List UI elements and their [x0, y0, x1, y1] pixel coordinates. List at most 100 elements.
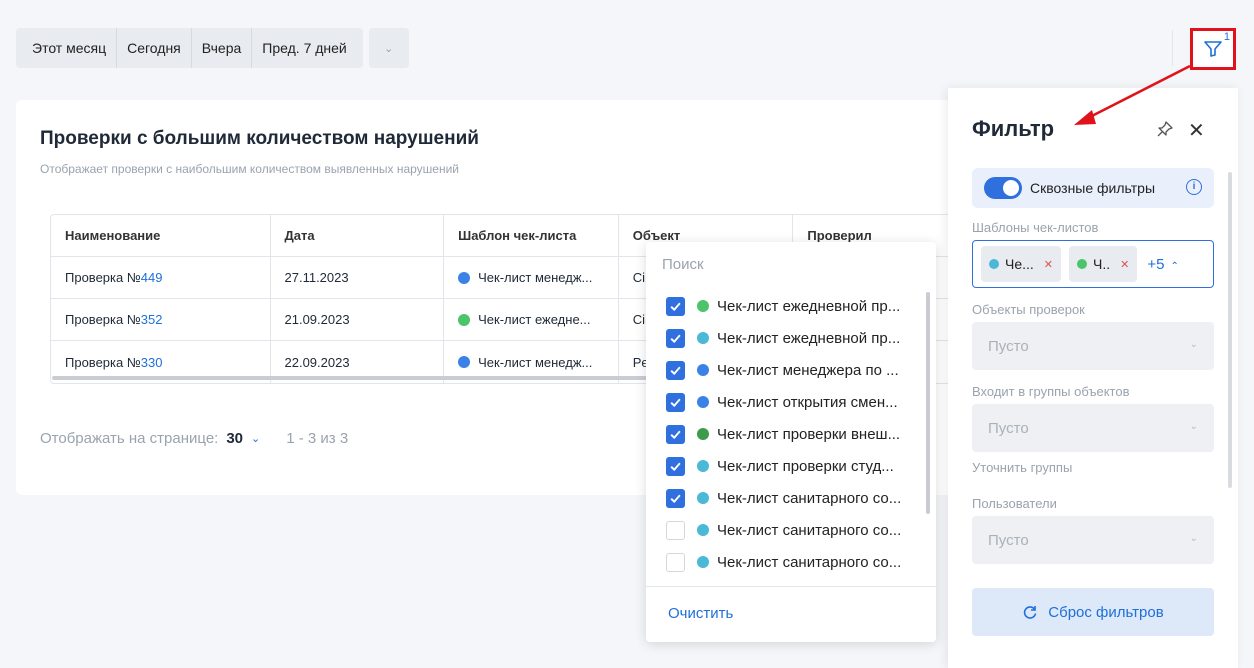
checkbox-checked[interactable]: [666, 488, 685, 508]
object-groups-select[interactable]: Пусто ⌄: [972, 404, 1214, 452]
list-item[interactable]: Чек-лист ежедневной пр...: [646, 322, 926, 354]
more-tags-count[interactable]: +5 ⌃: [1147, 256, 1179, 273]
templates-multiselect[interactable]: Че... ✕ Ч.. ✕ +5 ⌃: [972, 240, 1214, 288]
checkbox-checked[interactable]: [666, 456, 685, 476]
list-item[interactable]: Чек-лист санитарного со...: [646, 482, 926, 514]
template-options-dropdown: Поиск Чек-лист ежедневной пр... Чек-лист…: [646, 242, 936, 642]
preset-today-button[interactable]: Сегодня: [117, 28, 192, 68]
through-filters-toggle-row: Сквозные фильтры i: [972, 168, 1214, 208]
inspection-date: 27.11.2023: [271, 257, 445, 298]
date-range-bar: Этот месяц Сегодня Вчера Пред. 7 дней ⌄: [16, 28, 409, 68]
option-label: Чек-лист ежедневной пр...: [717, 329, 901, 347]
dropdown-option-list: Чек-лист ежедневной пр... Чек-лист ежедн…: [646, 290, 926, 578]
inspection-name: Проверка №: [65, 354, 141, 370]
checkbox-unchecked[interactable]: [666, 520, 685, 540]
template-color-dot: [458, 313, 471, 326]
filter-toggle-button[interactable]: 1: [1190, 28, 1236, 70]
remove-tag-icon[interactable]: ✕: [1044, 258, 1053, 271]
dropdown-scrollbar[interactable]: [926, 292, 930, 514]
checkbox-checked[interactable]: [666, 360, 685, 380]
chevron-down-icon: ⌄: [1189, 421, 1198, 432]
remove-tag-icon[interactable]: ✕: [1120, 258, 1129, 271]
selected-tag: Че... ✕: [981, 246, 1062, 282]
list-item[interactable]: Чек-лист проверки внеш...: [646, 418, 926, 450]
list-item[interactable]: Чек-лист ежедневной пр...: [646, 290, 926, 322]
checkbox-checked[interactable]: [666, 328, 685, 348]
card-title: Проверки с большим количеством нарушений: [40, 128, 479, 149]
option-label: Чек-лист санитарного со...: [717, 489, 902, 507]
check-icon: [670, 398, 681, 407]
preset-this-month-button[interactable]: Этот месяц: [16, 28, 118, 68]
template-color-dot: [697, 428, 709, 440]
option-label: Чек-лист открытия смен...: [717, 393, 898, 411]
refine-groups-link[interactable]: Уточнить группы: [972, 460, 1072, 475]
toolbar-divider: [1172, 30, 1173, 66]
panel-scrollbar[interactable]: [1228, 172, 1232, 488]
users-label: Пользователи: [972, 496, 1057, 511]
page-range: 1 - 3 из 3: [286, 430, 349, 447]
inspection-link[interactable]: 449: [141, 270, 163, 285]
list-item[interactable]: Чек-лист санитарного со...: [646, 546, 926, 578]
list-item[interactable]: Чек-лист менеджера по ...: [646, 354, 926, 386]
option-label: Чек-лист ежедневной пр...: [717, 297, 901, 315]
panel-title: Фильтр: [972, 116, 1055, 141]
template-color-dot: [989, 259, 999, 269]
check-icon: [670, 494, 681, 503]
template-color-dot: [697, 300, 709, 312]
annotation-arrow-icon: [1074, 64, 1191, 125]
checkbox-checked[interactable]: [666, 392, 685, 412]
reset-filters-label: Сброс фильтров: [1048, 603, 1164, 621]
through-filters-label: Сквозные фильтры: [1030, 180, 1156, 196]
select-value: Пусто: [988, 337, 1029, 355]
column-header-date[interactable]: Дата: [271, 215, 445, 256]
template-color-dot: [697, 492, 709, 504]
check-icon: [670, 430, 681, 439]
preset-last-7-days-button[interactable]: Пред. 7 дней: [252, 28, 362, 68]
card-subtitle: Отображает проверки с наибольшим количес…: [40, 162, 459, 176]
more-presets-button[interactable]: ⌄: [368, 28, 409, 68]
pagination: Отображать на странице: 30 ⌄ 1 - 3 из 3: [40, 430, 348, 447]
inspection-link[interactable]: 352: [141, 312, 163, 327]
chevron-down-icon[interactable]: ⌄: [251, 432, 260, 445]
selected-tag: Ч.. ✕: [1069, 246, 1138, 282]
inspection-link[interactable]: 330: [141, 355, 163, 370]
template-color-dot: [1077, 259, 1088, 269]
users-select[interactable]: Пусто ⌄: [972, 516, 1214, 564]
per-page-label: Отображать на странице:: [40, 430, 219, 447]
check-icon: [670, 366, 681, 375]
list-item[interactable]: Чек-лист санитарного со...: [646, 514, 926, 546]
chevron-down-icon: ⌄: [384, 42, 394, 55]
checkbox-checked[interactable]: [666, 424, 685, 444]
chevron-down-icon: ⌄: [1189, 339, 1198, 350]
refresh-icon: [1024, 606, 1037, 619]
check-icon: [670, 462, 681, 471]
info-icon[interactable]: i: [1186, 179, 1202, 195]
checkbox-unchecked[interactable]: [666, 552, 685, 572]
list-item[interactable]: Чек-лист проверки студ...: [646, 450, 926, 482]
template-name: Чек-лист менедж...: [478, 270, 593, 285]
tag-label: Ч..: [1093, 256, 1111, 272]
option-label: Чек-лист проверки внеш...: [717, 425, 901, 443]
list-item[interactable]: Чек-лист открытия смен...: [646, 386, 926, 418]
tag-label: Че...: [1005, 256, 1034, 272]
template-name: Чек-лист менедж...: [478, 354, 593, 370]
templates-label: Шаблоны чек-листов: [972, 220, 1099, 235]
date-preset-group: Этот месяц Сегодня Вчера Пред. 7 дней: [16, 28, 363, 68]
per-page-select[interactable]: 30: [226, 430, 243, 447]
objects-select[interactable]: Пусто ⌄: [972, 322, 1214, 370]
check-icon: [670, 334, 681, 343]
column-header-name[interactable]: Наименование: [51, 215, 271, 256]
active-filters-count: 1: [1223, 31, 1230, 43]
reset-filters-button[interactable]: Сброс фильтров: [972, 588, 1214, 636]
column-header-template[interactable]: Шаблон чек-листа: [444, 215, 619, 256]
template-color-dot: [697, 524, 709, 536]
template-color-dot: [697, 332, 709, 344]
clear-selection-button[interactable]: Очистить: [668, 605, 733, 622]
dropdown-search-input[interactable]: Поиск: [646, 242, 936, 286]
preset-yesterday-button[interactable]: Вчера: [192, 28, 253, 68]
inspection-name: Проверка №: [65, 270, 141, 285]
filter-panel: Фильтр ✕ Сквозные фильтры i Шаблоны чек-…: [948, 88, 1238, 668]
template-color-dot: [697, 460, 709, 472]
checkbox-checked[interactable]: [666, 296, 685, 316]
through-filters-switch[interactable]: [984, 177, 1022, 199]
